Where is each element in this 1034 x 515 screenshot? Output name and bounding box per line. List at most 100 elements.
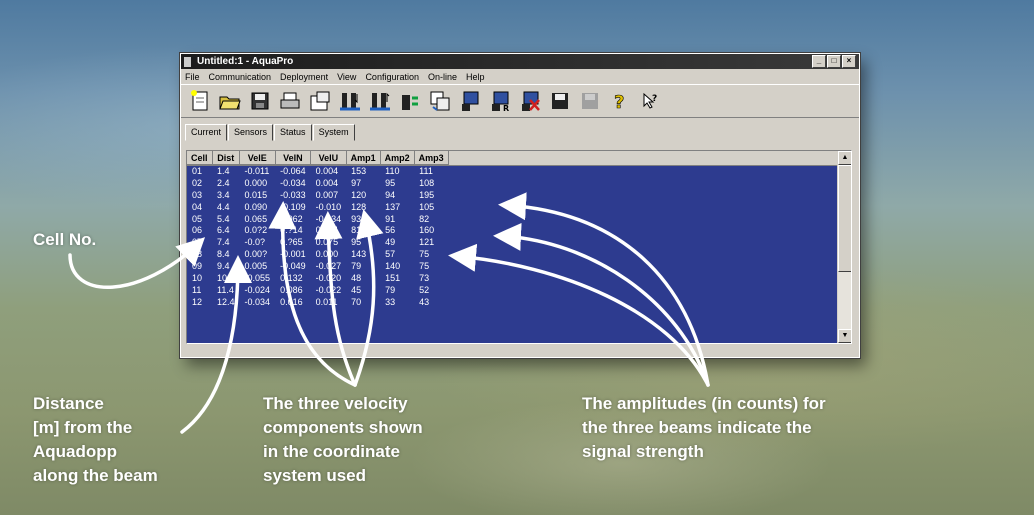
table-cell: 97: [351, 177, 362, 188]
table-row[interactable]: 08 8.4 0.00? -0.001 0.000 143 57 75: [187, 248, 448, 260]
velocity-callout: The three velocity components shown in t…: [263, 392, 423, 488]
table-row[interactable]: 03 3.4 0.015 -0.033 0.007 120 94 195: [187, 189, 448, 201]
table-cell: -0.020: [315, 272, 342, 283]
table-cell: 0.004: [315, 165, 339, 176]
table-cell: -0.034: [280, 177, 306, 188]
table-row[interactable]: 09 9.4 0.005 -0.049 -0.027 79 140 75: [187, 260, 448, 272]
start-recorder-icon[interactable]: [457, 88, 483, 114]
help-icon[interactable]: ?: [607, 88, 633, 114]
device-config-icon[interactable]: [307, 88, 333, 114]
column-header-amp2[interactable]: Amp2: [380, 151, 415, 165]
new-file-icon[interactable]: [187, 88, 213, 114]
table-cell: 0.000: [244, 177, 268, 188]
column-header-cell[interactable]: Cell: [187, 151, 213, 165]
callout-line: [m] from the: [33, 418, 133, 437]
current-data-table: Cell Dist VelE VelN VelU Amp1 Amp2 Amp3 01 1.4 -0…: [187, 151, 449, 308]
stop-recorder-icon[interactable]: [517, 88, 543, 114]
scroll-down-icon[interactable]: ▼: [838, 329, 851, 343]
table-row[interactable]: 06 6.4 0.0?2 0.?14 0.084 81 56 160: [187, 224, 448, 236]
data-transfer-icon[interactable]: [397, 88, 423, 114]
table-cell: 11.4: [217, 284, 234, 295]
table-cell: 8.4: [217, 249, 230, 260]
table-cell: 02: [192, 177, 203, 188]
table-cell: 0.016: [280, 296, 303, 307]
table-cell: 111: [419, 165, 433, 176]
tab-strip: Current Sensors Status System: [185, 124, 859, 141]
table-row[interactable]: 01 1.4 -0.011 -0.064 0.004 153 110 111: [187, 165, 448, 177]
table-cell: 0.086: [280, 284, 303, 295]
menu-file[interactable]: File: [185, 72, 200, 82]
column-header-velu[interactable]: VelU: [310, 151, 347, 165]
table-cell: 0.132: [280, 272, 303, 283]
callout-line: The three velocity: [263, 394, 408, 413]
menu-deployment[interactable]: Deployment: [280, 72, 328, 82]
table-cell: 12: [192, 296, 203, 307]
table-row[interactable]: 11 11.4 -0.024 0.086 -0.022 45 79 52: [187, 284, 448, 296]
menu-configuration[interactable]: Configuration: [365, 72, 419, 82]
table-cell: 0.065: [244, 213, 268, 224]
table-cell: -0.024: [244, 284, 271, 295]
table-cell: 128: [351, 201, 367, 212]
print-icon[interactable]: [277, 88, 303, 114]
table-cell: 143: [351, 249, 367, 260]
callout-line: in the coordinate: [263, 442, 400, 461]
table-cell: 94: [385, 189, 396, 200]
column-header-amp1[interactable]: Amp1: [346, 151, 381, 165]
table-row[interactable]: 07 7.4 -0.0? 0.?65 0.075 95 49 121: [187, 236, 448, 248]
current-data-grid[interactable]: Cell Dist VelE VelN VelU Amp1 Amp2 Amp3 01 1.4 -0…: [186, 150, 852, 344]
table-row[interactable]: 02 2.4 0.000 -0.034 0.004 97 95 108: [187, 177, 448, 189]
table-cell: 75: [419, 249, 430, 260]
table-row[interactable]: 10 10.4 -0.055 0.132 -0.020 48 151 73: [187, 272, 448, 284]
vertical-scrollbar[interactable]: ▲ ▼: [837, 151, 851, 343]
table-cell: 137: [385, 201, 401, 212]
maximize-button[interactable]: □: [827, 55, 841, 68]
table-cell: 195: [419, 189, 435, 200]
disk-icon[interactable]: [547, 88, 573, 114]
minimize-button[interactable]: _: [812, 55, 826, 68]
download-icon[interactable]: [337, 88, 363, 114]
table-cell: 95: [351, 237, 362, 248]
callout-line: system used: [263, 466, 366, 485]
menu-communication[interactable]: Communication: [209, 72, 272, 82]
column-header-vele[interactable]: VelE: [239, 151, 276, 165]
callout-line: Distance: [33, 394, 104, 413]
tab-sensors[interactable]: Sensors: [228, 124, 274, 141]
table-cell: 10: [192, 272, 203, 283]
menu-help[interactable]: Help: [466, 72, 485, 82]
tab-current[interactable]: Current: [185, 124, 228, 141]
table-cell: 3.4: [217, 189, 230, 200]
scroll-up-icon[interactable]: ▲: [838, 151, 851, 165]
table-cell: 9.4: [217, 261, 230, 272]
tab-status[interactable]: Status: [274, 124, 312, 141]
context-help-icon[interactable]: ?: [637, 88, 663, 114]
table-row[interactable]: 04 4.4 0.090 -0.109 -0.010 128 137 105: [187, 201, 448, 213]
table-cell: 0.062: [280, 213, 303, 224]
table-cell: 05: [192, 213, 203, 224]
open-folder-icon[interactable]: [217, 88, 243, 114]
menu-online[interactable]: On-line: [428, 72, 457, 82]
scroll-thumb[interactable]: [838, 165, 851, 272]
close-button[interactable]: ×: [842, 55, 856, 68]
column-header-dist[interactable]: Dist: [212, 151, 241, 165]
table-cell: 120: [351, 189, 367, 200]
table-cell: 108: [419, 177, 435, 188]
table-cell: 1.4: [217, 165, 230, 176]
table-row[interactable]: 12 12.4 -0.034 0.016 0.011 70 33 43: [187, 296, 448, 308]
column-header-veln[interactable]: VelN: [275, 151, 312, 165]
table-row[interactable]: 05 5.4 0.065 0.062 -0.034 93 91 82: [187, 213, 448, 225]
distance-callout: Distance [m] from the Aquadopp along the…: [33, 392, 158, 488]
menu-view[interactable]: View: [337, 72, 356, 82]
table-cell: 91: [385, 213, 396, 224]
tab-system[interactable]: System: [312, 124, 355, 141]
upload-icon[interactable]: [367, 88, 393, 114]
table-cell: 2.4: [217, 177, 230, 188]
column-header-amp3[interactable]: Amp3: [414, 151, 449, 165]
convert-icon[interactable]: [427, 88, 453, 114]
save-disk-icon[interactable]: [247, 88, 273, 114]
table-cell: 56: [385, 225, 396, 236]
table-cell: 5.4: [217, 213, 230, 224]
recorder-r-icon[interactable]: R: [487, 88, 513, 114]
table-cell: 73: [419, 272, 430, 283]
table-cell: -0.001: [280, 249, 306, 260]
disabled-icon[interactable]: [577, 88, 603, 114]
